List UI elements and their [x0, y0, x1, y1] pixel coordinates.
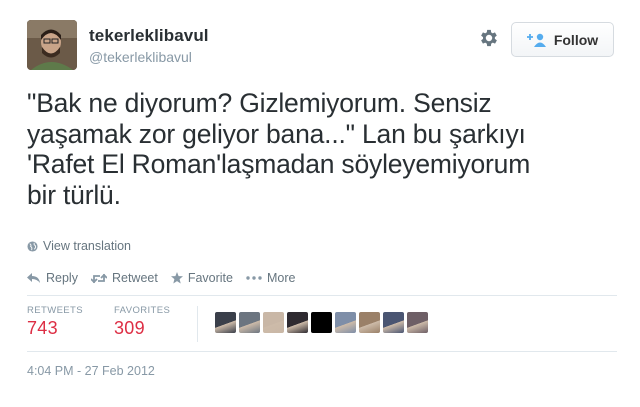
favoriter-avatar[interactable]	[359, 312, 380, 333]
tweet-text-line: "Bak ne diyorum? Gizlemiyorum. Sensiz	[27, 88, 492, 118]
follow-button[interactable]: Follow	[511, 22, 614, 57]
follow-label: Follow	[553, 31, 599, 48]
retweets-stat[interactable]: RETWEETS 743	[27, 305, 83, 339]
favoriter-avatar[interactable]	[287, 312, 308, 333]
avatar[interactable]	[27, 20, 77, 70]
favoriter-avatar[interactable]	[335, 312, 356, 333]
favoriter-avatar[interactable]	[311, 312, 332, 333]
view-translation-label: View translation	[43, 239, 132, 253]
globe-icon	[27, 240, 38, 252]
tweet-card: tekerleklibavul @tekerleklibavul Follow …	[0, 0, 640, 407]
favorites-count: 309	[114, 318, 145, 338]
tweet-text-line: bir türlü.	[27, 179, 121, 210]
tweet-text-line: yaşamak zor geliyor bana..." Lan bu şark…	[27, 118, 526, 149]
star-icon	[170, 272, 183, 284]
retweet-button[interactable]: Retweet	[90, 271, 158, 285]
reply-icon	[27, 272, 40, 283]
favoriter-avatar[interactable]	[215, 312, 236, 333]
favoriter-avatar[interactable]	[263, 312, 284, 333]
retweet-icon	[90, 273, 107, 283]
favoriter-avatar[interactable]	[407, 312, 428, 333]
favoriter-avatars	[215, 312, 428, 333]
retweets-count: 743	[27, 318, 58, 338]
more-dots-icon	[246, 276, 262, 280]
retweet-label: Retweet	[111, 271, 158, 285]
stats-separator	[197, 306, 198, 342]
divider	[27, 295, 617, 296]
tweet-text: "Bak ne diyorum? Gizlemiyorum. Sensiz ya…	[27, 88, 627, 210]
more-label: More	[266, 271, 296, 285]
favoriter-avatar[interactable]	[383, 312, 404, 333]
retweets-label: RETWEETS	[27, 305, 83, 316]
gear-icon[interactable]	[478, 27, 500, 49]
divider	[27, 351, 617, 352]
favorite-label: Favorite	[187, 271, 233, 285]
more-button[interactable]: More	[246, 271, 295, 285]
view-translation-link[interactable]: View translation	[27, 239, 131, 253]
display-name[interactable]: tekerleklibavul	[89, 26, 209, 46]
favorite-button[interactable]: Favorite	[170, 271, 233, 285]
favorites-label: FAVORITES	[114, 305, 171, 316]
add-user-icon	[526, 33, 547, 47]
tweet-text-line: 'Rafet El Roman'laşmadan söyleyemiyorum	[27, 149, 531, 179]
reply-label: Reply	[46, 271, 78, 285]
tweet-timestamp[interactable]: 4:04 PM - 27 Feb 2012	[27, 364, 155, 378]
favorites-stat[interactable]: FAVORITES 309	[114, 305, 170, 339]
reply-button[interactable]: Reply	[27, 271, 78, 285]
username[interactable]: @tekerleklibavul	[89, 49, 192, 65]
tweet-actions: Reply Retweet Favorite More	[27, 271, 308, 285]
favoriter-avatar[interactable]	[239, 312, 260, 333]
